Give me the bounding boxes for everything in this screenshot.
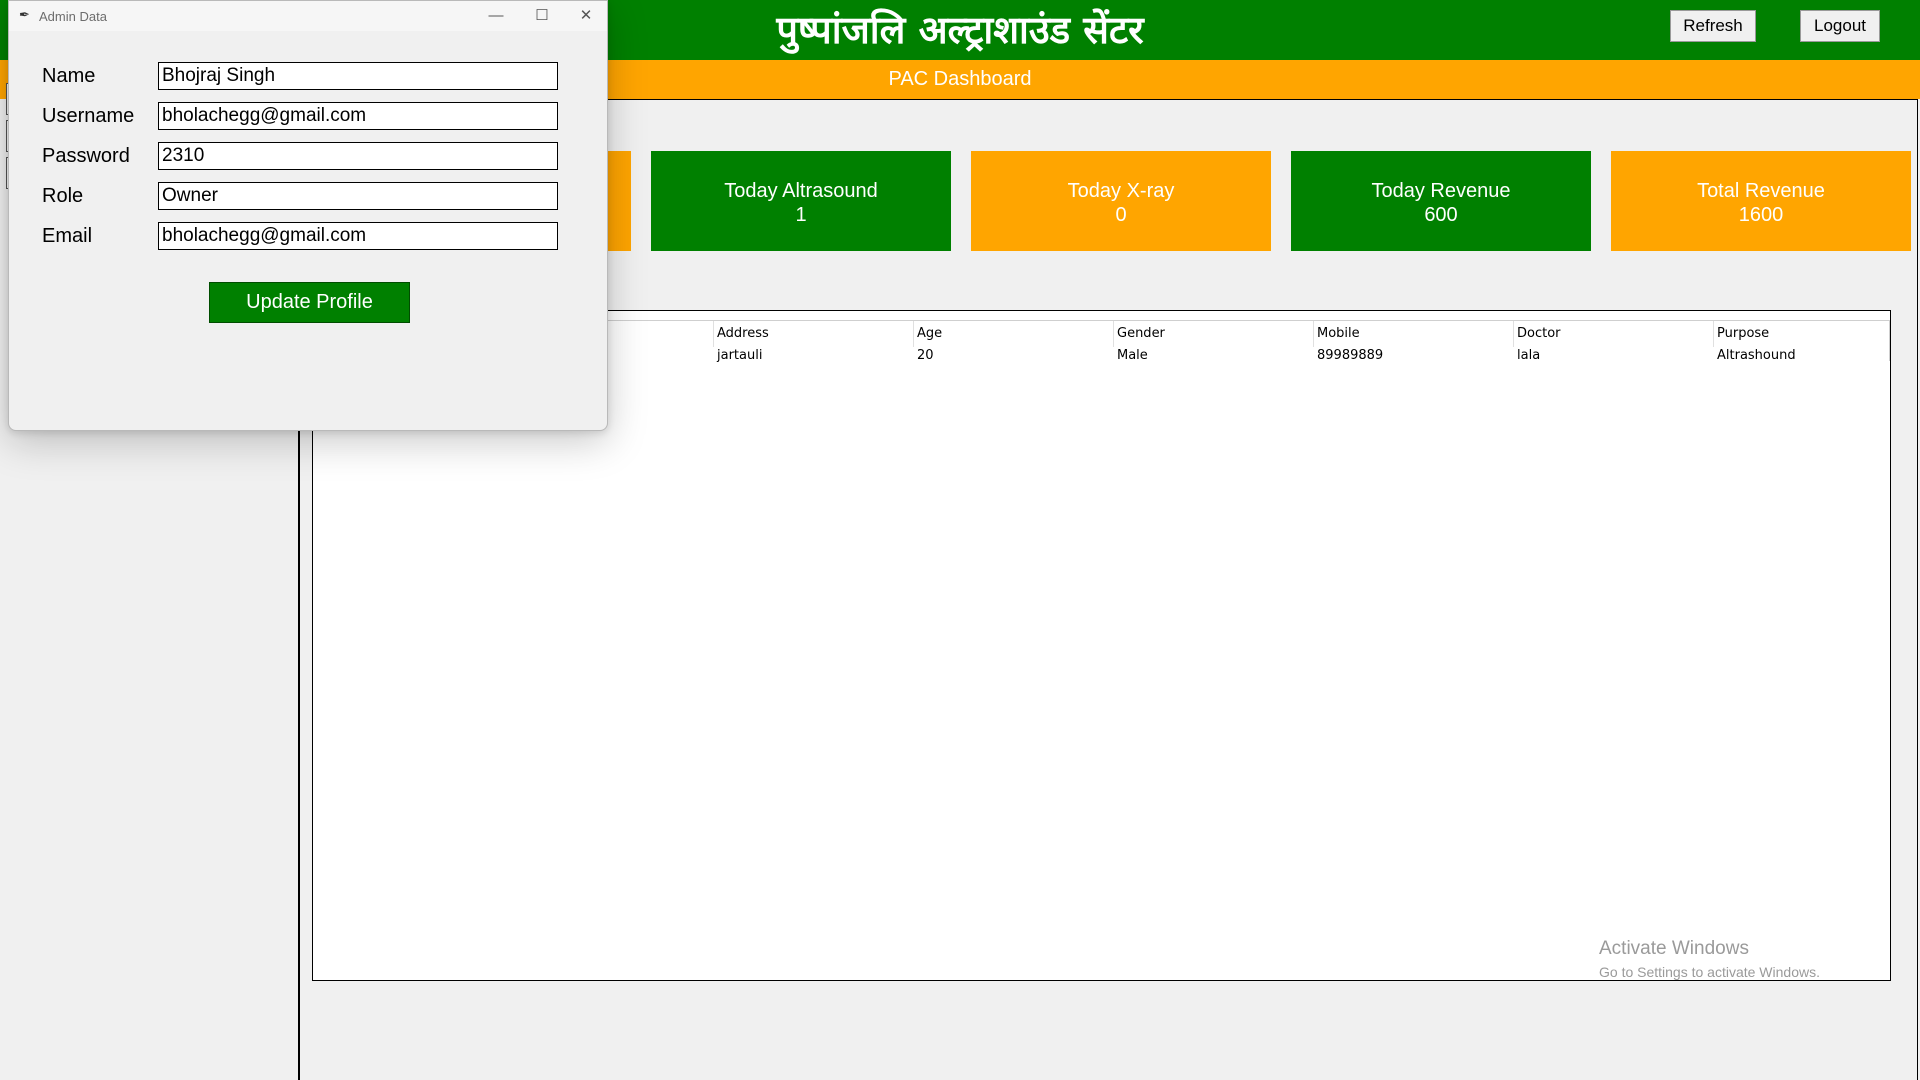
stat-card-today-altrasound: Today Altrasound 1 — [651, 151, 951, 251]
refresh-button[interactable]: Refresh — [1670, 10, 1756, 42]
column-header-purpose[interactable]: Purpose — [1717, 326, 1769, 341]
email-label: Email — [42, 225, 93, 247]
name-input[interactable] — [158, 62, 558, 90]
stat-card-today-revenue: Today Revenue 600 — [1291, 151, 1591, 251]
column-header-age[interactable]: Age — [917, 326, 942, 341]
column-separator[interactable] — [1113, 321, 1114, 347]
password-input[interactable] — [158, 142, 558, 170]
username-input[interactable] — [158, 102, 558, 130]
feather-icon: ✒ — [19, 7, 30, 22]
stat-card-today-xray: Today X-ray 0 — [971, 151, 1271, 251]
dialog-titlebar[interactable]: ✒ Admin Data — ☐ ✕ — [9, 1, 607, 31]
stat-card-title: Total Revenue — [1697, 180, 1825, 202]
column-header-gender[interactable]: Gender — [1117, 326, 1165, 341]
table-cell-address[interactable]: jartauli — [717, 348, 762, 363]
password-label: Password — [42, 145, 130, 167]
table-cell-age[interactable]: 20 — [917, 348, 934, 363]
stat-card-title: Today X-ray — [1067, 180, 1175, 202]
stat-card-total-revenue: Total Revenue 1600 — [1611, 151, 1911, 251]
logout-button[interactable]: Logout — [1800, 10, 1880, 42]
table-edge — [1889, 321, 1890, 361]
maximize-icon[interactable]: ☐ — [522, 5, 562, 27]
table-cell-doctor[interactable]: lala — [1517, 348, 1540, 363]
stat-card-title: Today Altrasound — [724, 180, 878, 202]
activate-windows-subtext: Go to Settings to activate Windows. — [1599, 964, 1820, 980]
column-separator[interactable] — [1513, 321, 1514, 347]
dashboard-title: PAC Dashboard — [888, 68, 1032, 90]
activate-windows-watermark: Activate Windows — [1599, 938, 1749, 959]
role-input[interactable] — [158, 182, 558, 210]
name-label: Name — [42, 65, 96, 87]
stat-card-value: 0 — [1115, 204, 1127, 226]
table-cell-gender[interactable]: Male — [1117, 348, 1148, 363]
admin-data-dialog: ✒ Admin Data — ☐ ✕ Name Username Passwor… — [8, 0, 608, 431]
table-cell-purpose[interactable]: Altrashound — [1717, 348, 1796, 363]
email-input[interactable] — [158, 222, 558, 250]
stat-card-title: Today Revenue — [1371, 180, 1511, 202]
column-separator[interactable] — [713, 321, 714, 347]
dialog-title: Admin Data — [39, 9, 107, 24]
role-label: Role — [42, 185, 84, 207]
update-profile-button[interactable]: Update Profile — [209, 282, 410, 323]
stat-card-value: 1600 — [1738, 204, 1784, 226]
column-separator[interactable] — [1313, 321, 1314, 347]
column-header-mobile[interactable]: Mobile — [1317, 326, 1360, 341]
stat-card-value: 600 — [1424, 204, 1458, 226]
column-separator[interactable] — [913, 321, 914, 347]
table-cell-mobile[interactable]: 89989889 — [1317, 348, 1383, 363]
minimize-icon[interactable]: — — [476, 5, 516, 27]
column-separator[interactable] — [1713, 321, 1714, 347]
username-label: Username — [42, 105, 135, 127]
close-icon[interactable]: ✕ — [566, 5, 606, 27]
stat-card-value: 1 — [795, 204, 807, 226]
column-header-address[interactable]: Address — [717, 326, 769, 341]
column-header-doctor[interactable]: Doctor — [1517, 326, 1561, 341]
